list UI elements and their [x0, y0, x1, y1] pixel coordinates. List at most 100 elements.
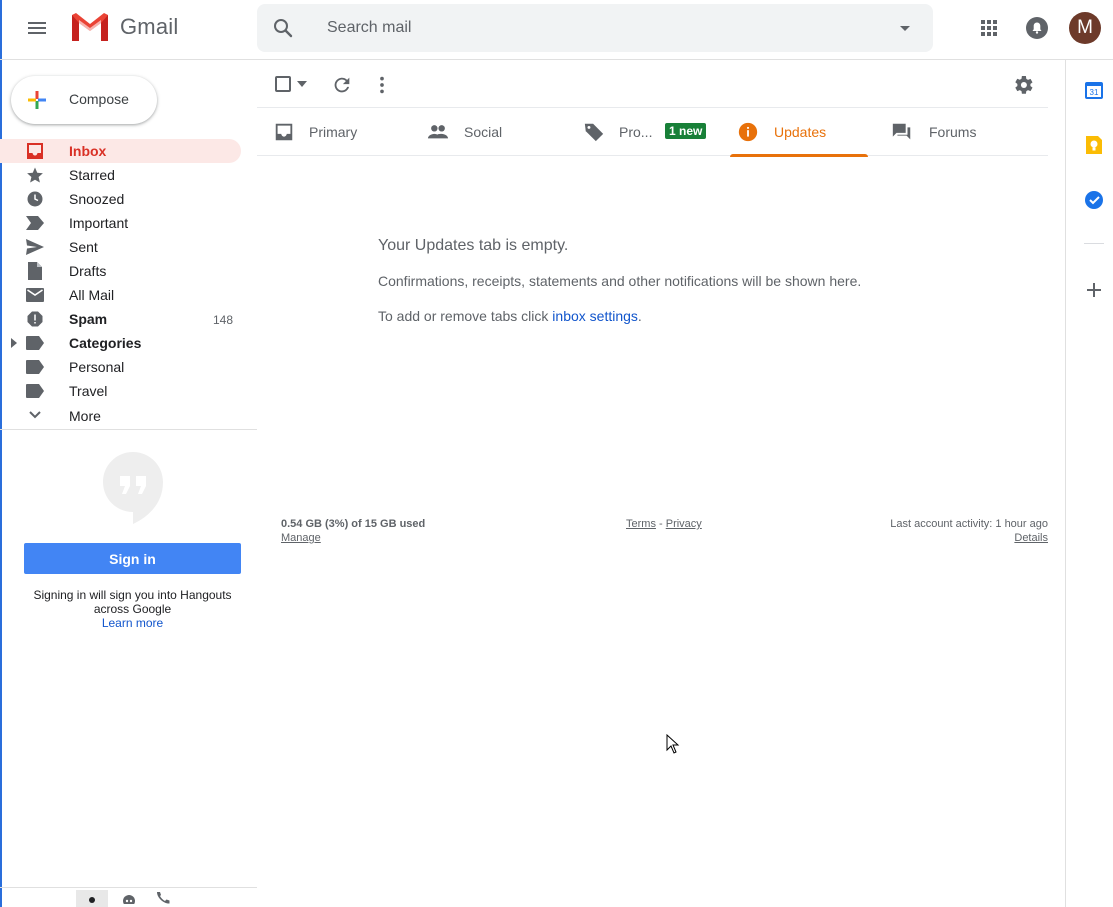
tab-label: Updates [774, 124, 827, 140]
hangouts-conversations-tab[interactable] [113, 890, 145, 907]
sidebar-item-label: Sent [69, 239, 98, 255]
tasks-icon[interactable] [1084, 190, 1104, 210]
privacy-link[interactable]: Privacy [666, 518, 702, 530]
empty-tab-tip: To add or remove tabs click inbox settin… [378, 308, 642, 324]
hangouts-phone-tab[interactable] [148, 890, 180, 907]
account-avatar[interactable]: M [1069, 12, 1101, 44]
gmail-logo[interactable]: Gmail [70, 11, 178, 43]
sidebar-divider [0, 429, 257, 430]
sidebar-item-personal[interactable]: Personal [0, 355, 241, 379]
gmail-m-icon [72, 13, 108, 41]
learn-more-link[interactable]: Learn more [24, 616, 241, 630]
hangouts-sign-in-note: Signing in will sign you into Hangouts a… [24, 588, 241, 630]
hangouts-sign-in-button[interactable]: Sign in [24, 543, 241, 574]
google-apps-icon[interactable] [977, 16, 1001, 40]
manage-storage-link[interactable]: Manage [281, 532, 321, 544]
hamburger-icon [28, 22, 46, 34]
sidebar-item-label: Personal [69, 359, 125, 375]
empty-tab-description: Confirmations, receipts, statements and … [378, 273, 862, 289]
empty-tab-title: Your Updates tab is empty. [378, 237, 569, 254]
footer-links: Terms - Privacy [626, 518, 702, 530]
sidebar-bottom-divider [0, 887, 257, 888]
keep-icon[interactable] [1084, 135, 1104, 155]
spam-icon [25, 310, 45, 328]
mail-toolbar [257, 60, 1048, 108]
tab-primary[interactable]: Primary [257, 108, 411, 156]
select-options-caret-icon[interactable] [297, 81, 307, 87]
sidebar-item-important[interactable]: Important [0, 211, 241, 235]
label-icon [25, 382, 45, 400]
active-tab-indicator [730, 154, 868, 157]
footer-separator: - [655, 518, 666, 530]
tip-prefix: To add or remove tabs click [378, 308, 553, 324]
sidebar-item-all-mail[interactable]: All Mail [0, 283, 241, 307]
hangouts-contacts-tab[interactable] [76, 890, 108, 907]
compose-button[interactable]: Compose [11, 76, 157, 124]
inbox-icon [275, 123, 293, 141]
tab-updates[interactable]: Updates [730, 108, 868, 157]
top-header: Gmail M [0, 0, 1113, 60]
rail-divider [1084, 243, 1104, 244]
window-edge [0, 0, 2, 907]
sidebar-item-inbox[interactable]: Inbox [0, 139, 241, 163]
tab-label: Social [464, 124, 503, 140]
person-icon [89, 897, 95, 903]
sidebar-item-travel[interactable]: Travel [0, 379, 241, 403]
select-all-checkbox[interactable] [275, 76, 291, 92]
mail-icon [25, 286, 45, 304]
add-addon-plus-icon[interactable] [1084, 280, 1104, 300]
label-icon [25, 334, 45, 352]
sidebar-item-label: Drafts [69, 263, 107, 279]
search-input[interactable] [327, 18, 887, 38]
sidebar-item-sent[interactable]: Sent [0, 235, 241, 259]
expand-arrow-icon[interactable] [10, 338, 18, 348]
sidebar-item-categories[interactable]: Categories [0, 331, 241, 355]
phone-icon [157, 892, 170, 904]
hangouts-note-text: Signing in will sign you into Hangouts a… [33, 588, 232, 616]
compose-label: Compose [69, 91, 129, 107]
calendar-icon[interactable]: 31 [1084, 80, 1104, 100]
terms-link[interactable]: Terms [626, 518, 656, 530]
tag-icon [584, 123, 604, 142]
sidebar-item-label: Categories [69, 335, 142, 351]
star-icon [25, 166, 45, 184]
sidebar-item-drafts[interactable]: Drafts [0, 259, 241, 283]
sidebar-item-more[interactable]: More [0, 403, 241, 427]
tab-social[interactable]: Social [411, 108, 565, 156]
tab-promotions[interactable]: Pro... 1 new [565, 108, 730, 156]
settings-gear-icon[interactable] [1011, 73, 1035, 97]
sidebar-item-snoozed[interactable]: Snoozed [0, 187, 241, 211]
search-options-dropdown-icon[interactable] [893, 16, 917, 40]
inbox-settings-link[interactable]: inbox settings [552, 308, 638, 324]
compose-plus-icon [28, 91, 46, 109]
sidebar-item-starred[interactable]: Starred [0, 163, 241, 187]
sidebar-item-spam[interactable]: Spam 148 [0, 307, 241, 331]
tip-suffix: . [637, 308, 642, 324]
sidebar-item-label: More [69, 408, 101, 424]
last-account-activity: Last account activity: 1 hour ago [890, 518, 1048, 530]
activity-details-link[interactable]: Details [1014, 532, 1048, 544]
sidebar-item-label: Important [69, 215, 129, 231]
spam-count: 148 [212, 313, 233, 327]
search-icon[interactable] [271, 16, 295, 40]
category-tabs: Primary Social Pro... 1 new Updates Foru… [257, 108, 1048, 157]
side-panel-rail: 31 [1065, 60, 1113, 907]
refresh-icon[interactable] [331, 74, 353, 96]
storage-usage: 0.54 GB (3%) of 15 GB used [281, 518, 426, 530]
tab-forums[interactable]: Forums [881, 108, 1035, 156]
hangouts-quote-icon [103, 452, 163, 524]
tab-label: Pro... [619, 124, 653, 140]
mouse-cursor-icon [666, 734, 680, 754]
notifications-bell-icon[interactable] [1025, 16, 1049, 40]
sidebar-item-label: Inbox [69, 143, 107, 159]
info-icon [738, 122, 758, 142]
more-vert-icon[interactable] [371, 74, 393, 96]
calendar-day: 31 [1090, 88, 1099, 97]
important-icon [25, 214, 45, 232]
sidebar-item-label: Spam [69, 311, 108, 327]
inbox-icon [25, 142, 45, 160]
search-bar[interactable] [257, 4, 933, 52]
tab-label: Forums [929, 124, 977, 140]
sidebar-nav: Inbox Starred Snoozed Important Sent Dra… [0, 139, 256, 427]
main-menu-button[interactable] [17, 8, 57, 48]
